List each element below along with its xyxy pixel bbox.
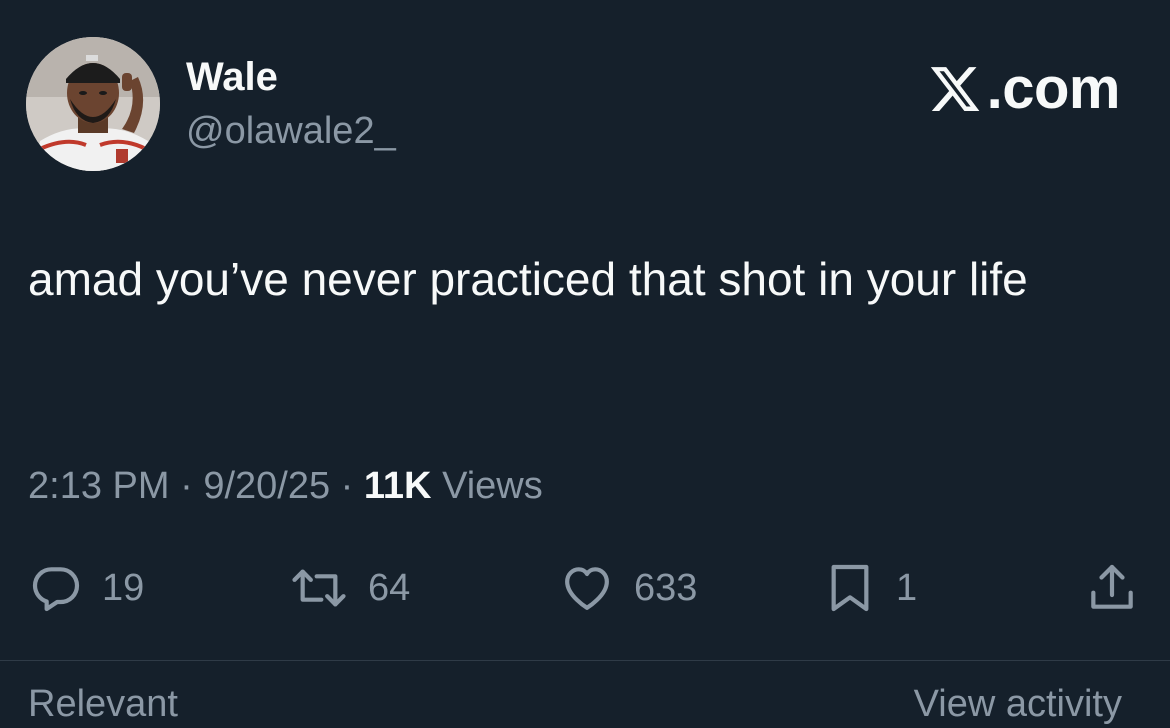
divider — [0, 660, 1170, 661]
brand-watermark: .com — [927, 54, 1121, 124]
avatar-photo — [26, 37, 160, 171]
tweet-meta: 2:13 PM · 9/20/25 · 11K Views — [28, 462, 543, 510]
bookmark-icon — [831, 564, 869, 612]
tweet-date[interactable]: 9/20/25 — [203, 465, 330, 507]
meta-separator: · — [169, 465, 204, 507]
like-count: 633 — [634, 567, 698, 609]
reply-button[interactable]: 19 — [28, 560, 144, 616]
share-button[interactable] — [1084, 560, 1140, 616]
meta-separator: · — [330, 465, 364, 507]
tweet-time[interactable]: 2:13 PM — [28, 465, 170, 507]
share-icon — [1091, 564, 1133, 609]
reply-count: 19 — [102, 567, 145, 609]
display-name[interactable]: Wale — [186, 54, 278, 100]
user-handle[interactable]: @olawale2_ — [186, 108, 396, 154]
heart-icon — [565, 567, 609, 610]
views-count: 11K — [363, 465, 432, 507]
x-logo-icon — [930, 67, 979, 111]
bookmark-button[interactable]: 1 — [822, 560, 917, 616]
retweet-icon — [292, 569, 346, 607]
retweet-count: 64 — [368, 567, 411, 609]
view-activity-link[interactable]: View activity — [914, 680, 1122, 728]
relevant-sort-label[interactable]: Relevant — [28, 680, 178, 728]
reply-icon — [32, 567, 80, 612]
bookmark-count: 1 — [896, 567, 918, 609]
like-button[interactable]: 633 — [558, 560, 697, 616]
views-label: Views — [431, 465, 543, 507]
brand-domain-text: .com — [986, 56, 1121, 121]
retweet-button[interactable]: 64 — [288, 560, 410, 616]
avatar[interactable] — [26, 37, 160, 171]
tweet-text: amad you’ve never practiced that shot in… — [28, 253, 1028, 305]
